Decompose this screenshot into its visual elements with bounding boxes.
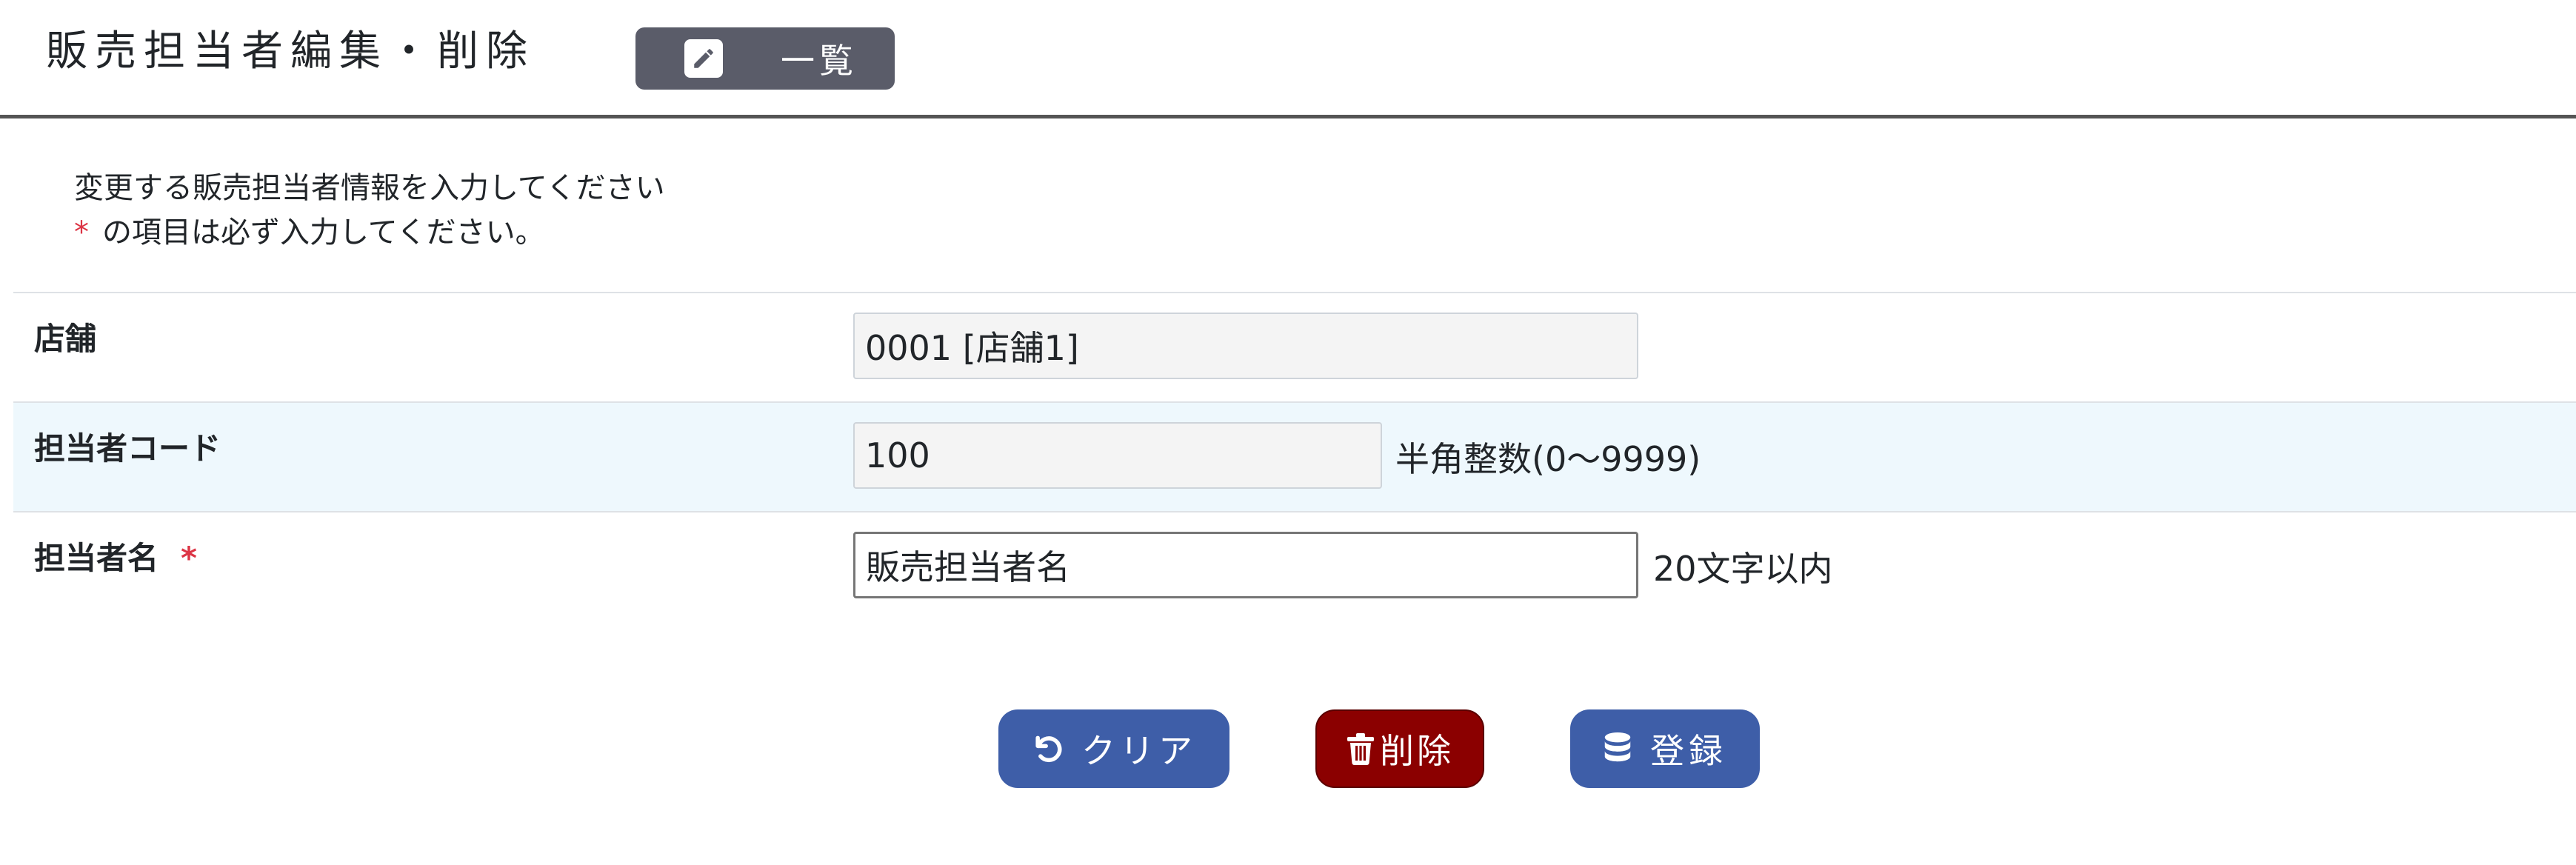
store-field[interactable] [853,313,1638,379]
trash-icon [1347,733,1374,765]
instruction-line-2: * の項目は必ず入力してください。 [74,210,665,255]
staff-name-hint: 20文字以内 [1653,549,1833,589]
instructions: 変更する販売担当者情報を入力してください * の項目は必ず入力してください。 [74,166,665,255]
page-title: 販売担当者編集・削除 [46,27,535,76]
staff-name-label-group: 担当者名 * [34,533,197,578]
staff-code-field[interactable] [853,422,1382,489]
instruction-required-text: の項目は必ず入力してください。 [102,216,545,250]
page-header: 販売担当者編集・削除 一覧 [0,0,2576,118]
store-label: 店舗 [34,321,97,357]
required-mark: * [181,540,197,576]
instruction-line-1: 変更する販売担当者情報を入力してください [74,171,665,205]
delete-button-label: 削除 [1380,731,1454,771]
list-button[interactable]: 一覧 [635,27,895,90]
form-row-store: 店舗 [13,292,2576,401]
required-mark: * [74,216,89,250]
list-button-label: 一覧 [781,41,858,81]
staff-name-label: 担当者名 [34,540,159,576]
clear-button[interactable]: クリア [998,709,1229,788]
form-row-staff-code: 担当者コード 半角整数(0～9999) [13,401,2576,511]
register-button[interactable]: 登録 [1570,709,1760,788]
delete-button[interactable]: 削除 [1315,709,1484,788]
undo-icon [1035,735,1062,763]
register-button-label: 登録 [1650,731,1727,771]
clear-button-label: クリア [1081,731,1197,771]
form-row-staff-name: 担当者名 * 20文字以内 [13,511,2576,659]
staff-code-label: 担当者コード [34,430,221,467]
staff-code-hint: 半角整数(0～9999) [1395,439,1701,479]
staff-name-input[interactable] [853,532,1638,598]
pencil-icon [684,39,723,78]
database-icon [1604,732,1631,762]
